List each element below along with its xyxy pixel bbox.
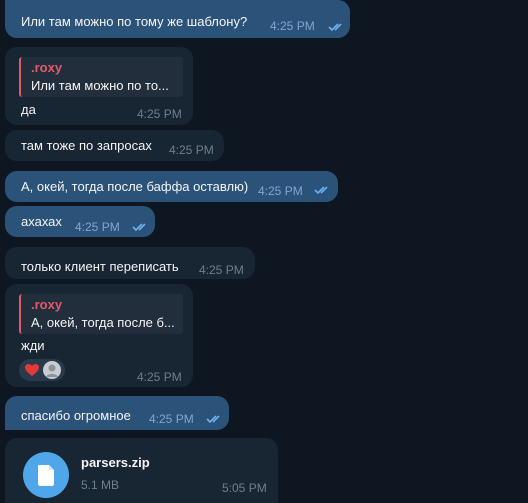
- reply-text: Или там можно по то...: [31, 78, 169, 93]
- message-bubble-outgoing[interactable]: А, окей, тогда после баффа оставлю) 4:25…: [5, 171, 338, 202]
- message-time: 4:25 PM: [137, 107, 182, 121]
- message-text: ахахах: [21, 214, 62, 229]
- message-text: да: [21, 102, 36, 117]
- message-text: жди: [21, 338, 45, 353]
- file-name[interactable]: parsers.zip: [81, 455, 150, 470]
- reply-author: .roxy: [31, 297, 63, 312]
- message-bubble-incoming[interactable]: .roxy Или там можно по то... да 4:25 PM: [5, 47, 193, 125]
- heart-emoji-icon: [25, 364, 39, 376]
- avatar: [43, 361, 61, 379]
- message-text: только клиент переписать: [21, 259, 179, 274]
- chat-history: Или там можно по тому же шаблону? 4:25 P…: [0, 0, 528, 503]
- message-text: там тоже по запросах: [21, 138, 152, 153]
- reaction-pill[interactable]: [19, 359, 65, 381]
- double-check-icon: [314, 186, 328, 195]
- double-check-icon: [132, 223, 146, 232]
- message-time: 5:05 PM: [222, 481, 267, 495]
- reply-quote[interactable]: .roxy А, окей, тогда после б...: [19, 294, 183, 334]
- message-bubble-incoming[interactable]: там тоже по запросах 4:25 PM: [5, 130, 224, 161]
- file-size: 5.1 MB: [81, 478, 120, 492]
- reply-quote[interactable]: .roxy Или там можно по то...: [19, 57, 183, 97]
- file-icon[interactable]: [23, 452, 69, 498]
- message-text: Или там можно по тому же шаблону?: [21, 14, 248, 29]
- message-time: 4:25 PM: [169, 143, 214, 157]
- reply-text: А, окей, тогда после б...: [31, 315, 175, 330]
- message-time: 4:25 PM: [149, 412, 194, 426]
- message-time: 4:25 PM: [270, 19, 315, 33]
- message-bubble-outgoing[interactable]: Или там можно по тому же шаблону? 4:25 P…: [5, 0, 350, 38]
- message-text: А, окей, тогда после баффа оставлю): [21, 179, 249, 194]
- message-bubble-outgoing[interactable]: ахахах 4:25 PM: [5, 206, 155, 237]
- message-bubble-incoming[interactable]: .roxy А, окей, тогда после б... жди 4:25…: [5, 284, 193, 387]
- double-check-icon: [328, 23, 342, 32]
- reply-author: .roxy: [31, 60, 63, 75]
- message-time: 4:25 PM: [258, 184, 303, 198]
- message-time: 4:25 PM: [199, 263, 244, 277]
- message-text: спасибо огромное: [21, 408, 131, 423]
- message-bubble-incoming[interactable]: только клиент переписать 4:25 PM: [5, 247, 255, 279]
- file-message[interactable]: parsers.zip 5.1 MB 5:05 PM: [5, 438, 278, 503]
- double-check-icon: [206, 415, 220, 424]
- message-bubble-outgoing[interactable]: спасибо огромное 4:25 PM: [5, 396, 229, 430]
- message-time: 4:25 PM: [75, 220, 120, 234]
- message-time: 4:25 PM: [137, 370, 182, 384]
